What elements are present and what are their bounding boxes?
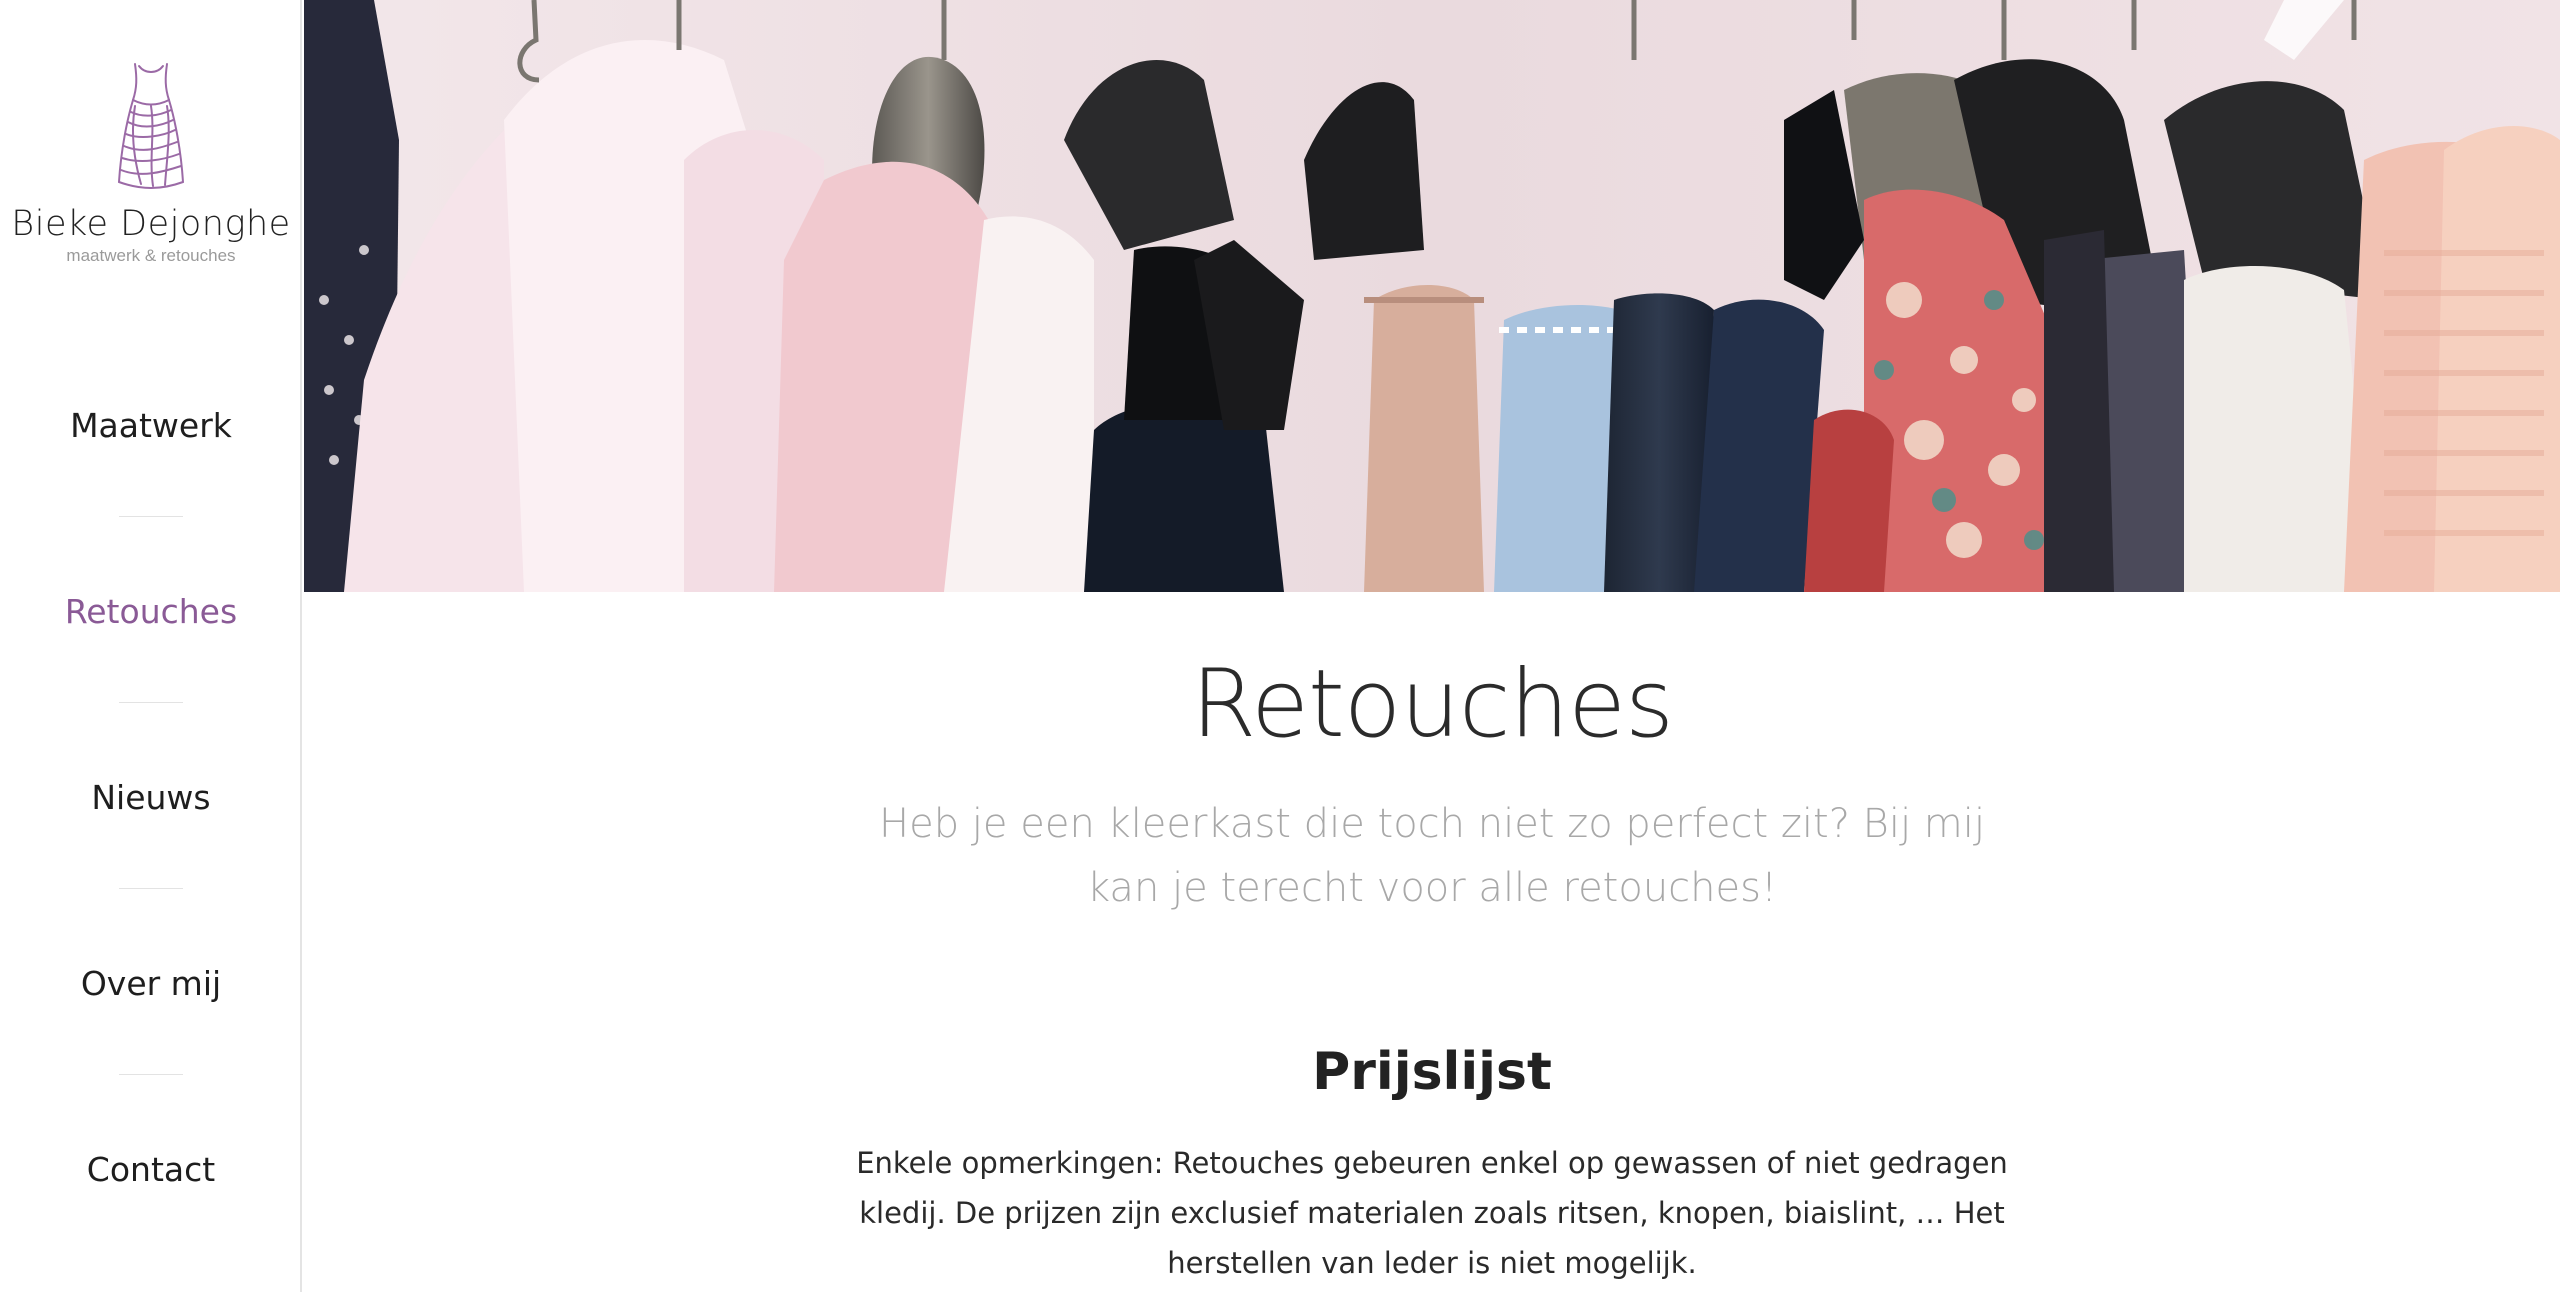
brand-name: Bieke Dejonghe [11, 204, 291, 244]
dress-icon [117, 63, 185, 189]
nav-divider [119, 888, 183, 889]
brand-tagline: maatwerk & retouches [66, 246, 236, 265]
nav-item-contact[interactable]: Contact [0, 1114, 302, 1292]
nav-item-label: Contact [86, 1150, 216, 1189]
intro-text: Heb je een kleerkast die toch niet zo pe… [879, 801, 1985, 911]
nav-item-maatwerk[interactable]: Maatwerk [0, 370, 302, 556]
nav-item-label: Over mij [80, 964, 222, 1003]
main-nav: Maatwerk Retouches Nieuws Over mij Conta… [0, 370, 302, 1292]
nav-item-label: Nieuws [91, 778, 211, 817]
section-title: Prijslijst [1312, 1042, 1552, 1102]
nav-divider [119, 1074, 183, 1075]
page: Bieke Dejonghe maatwerk & retouches Maat… [0, 0, 2560, 1292]
section-text: Enkele opmerkingen: Retouches gebeuren e… [856, 1146, 2008, 1280]
nav-item-label: Retouches [64, 592, 238, 631]
site-logo[interactable]: Bieke Dejonghe maatwerk & retouches [0, 60, 302, 266]
nav-divider [119, 702, 183, 703]
page-title: Retouches [1191, 650, 1674, 759]
main-content: Retouches Heb je een kleerkast die toch … [304, 592, 2560, 1292]
hero-banner-image [304, 0, 2560, 592]
nav-item-nieuws[interactable]: Nieuws [0, 742, 302, 928]
nav-item-retouches[interactable]: Retouches [0, 556, 302, 742]
nav-divider [119, 516, 183, 517]
nav-item-over-mij[interactable]: Over mij [0, 928, 302, 1114]
sidebar: Bieke Dejonghe maatwerk & retouches Maat… [0, 0, 302, 1292]
nav-item-label: Maatwerk [70, 406, 232, 445]
